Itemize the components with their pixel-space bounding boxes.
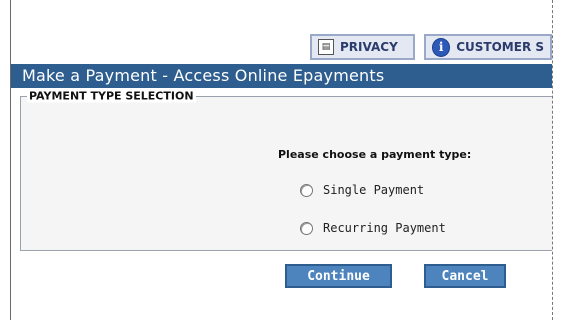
privacy-button[interactable]: ▤ PRIVACY bbox=[310, 34, 415, 60]
customer-service-button[interactable]: i CUSTOMER S bbox=[424, 34, 552, 60]
dialog-title: Make a Payment - Access Online Epayments bbox=[22, 66, 385, 85]
document-icon: ▤ bbox=[318, 39, 334, 55]
info-icon: i bbox=[432, 37, 451, 57]
recurring-payment-option[interactable]: Recurring Payment bbox=[300, 219, 446, 237]
single-payment-radio[interactable] bbox=[300, 183, 313, 197]
customer-service-label: CUSTOMER S bbox=[456, 40, 544, 54]
single-payment-label: Single Payment bbox=[323, 183, 425, 197]
recurring-payment-label: Recurring Payment bbox=[323, 221, 446, 235]
privacy-label: PRIVACY bbox=[340, 40, 398, 54]
continue-button[interactable]: Continue bbox=[285, 264, 392, 288]
cancel-button[interactable]: Cancel bbox=[424, 264, 506, 288]
dialog-title-bar: Make a Payment - Access Online Epayments bbox=[11, 64, 561, 88]
single-payment-option[interactable]: Single Payment bbox=[300, 181, 424, 199]
recurring-payment-radio[interactable] bbox=[300, 221, 313, 235]
payment-type-fieldset bbox=[20, 96, 561, 251]
top-toolbar: ▤ PRIVACY i CUSTOMER S bbox=[0, 34, 552, 64]
torn-edge-right bbox=[552, 0, 561, 320]
fieldset-legend: PAYMENT TYPE SELECTION bbox=[27, 89, 196, 103]
payment-type-prompt: Please choose a payment type: bbox=[278, 148, 472, 161]
